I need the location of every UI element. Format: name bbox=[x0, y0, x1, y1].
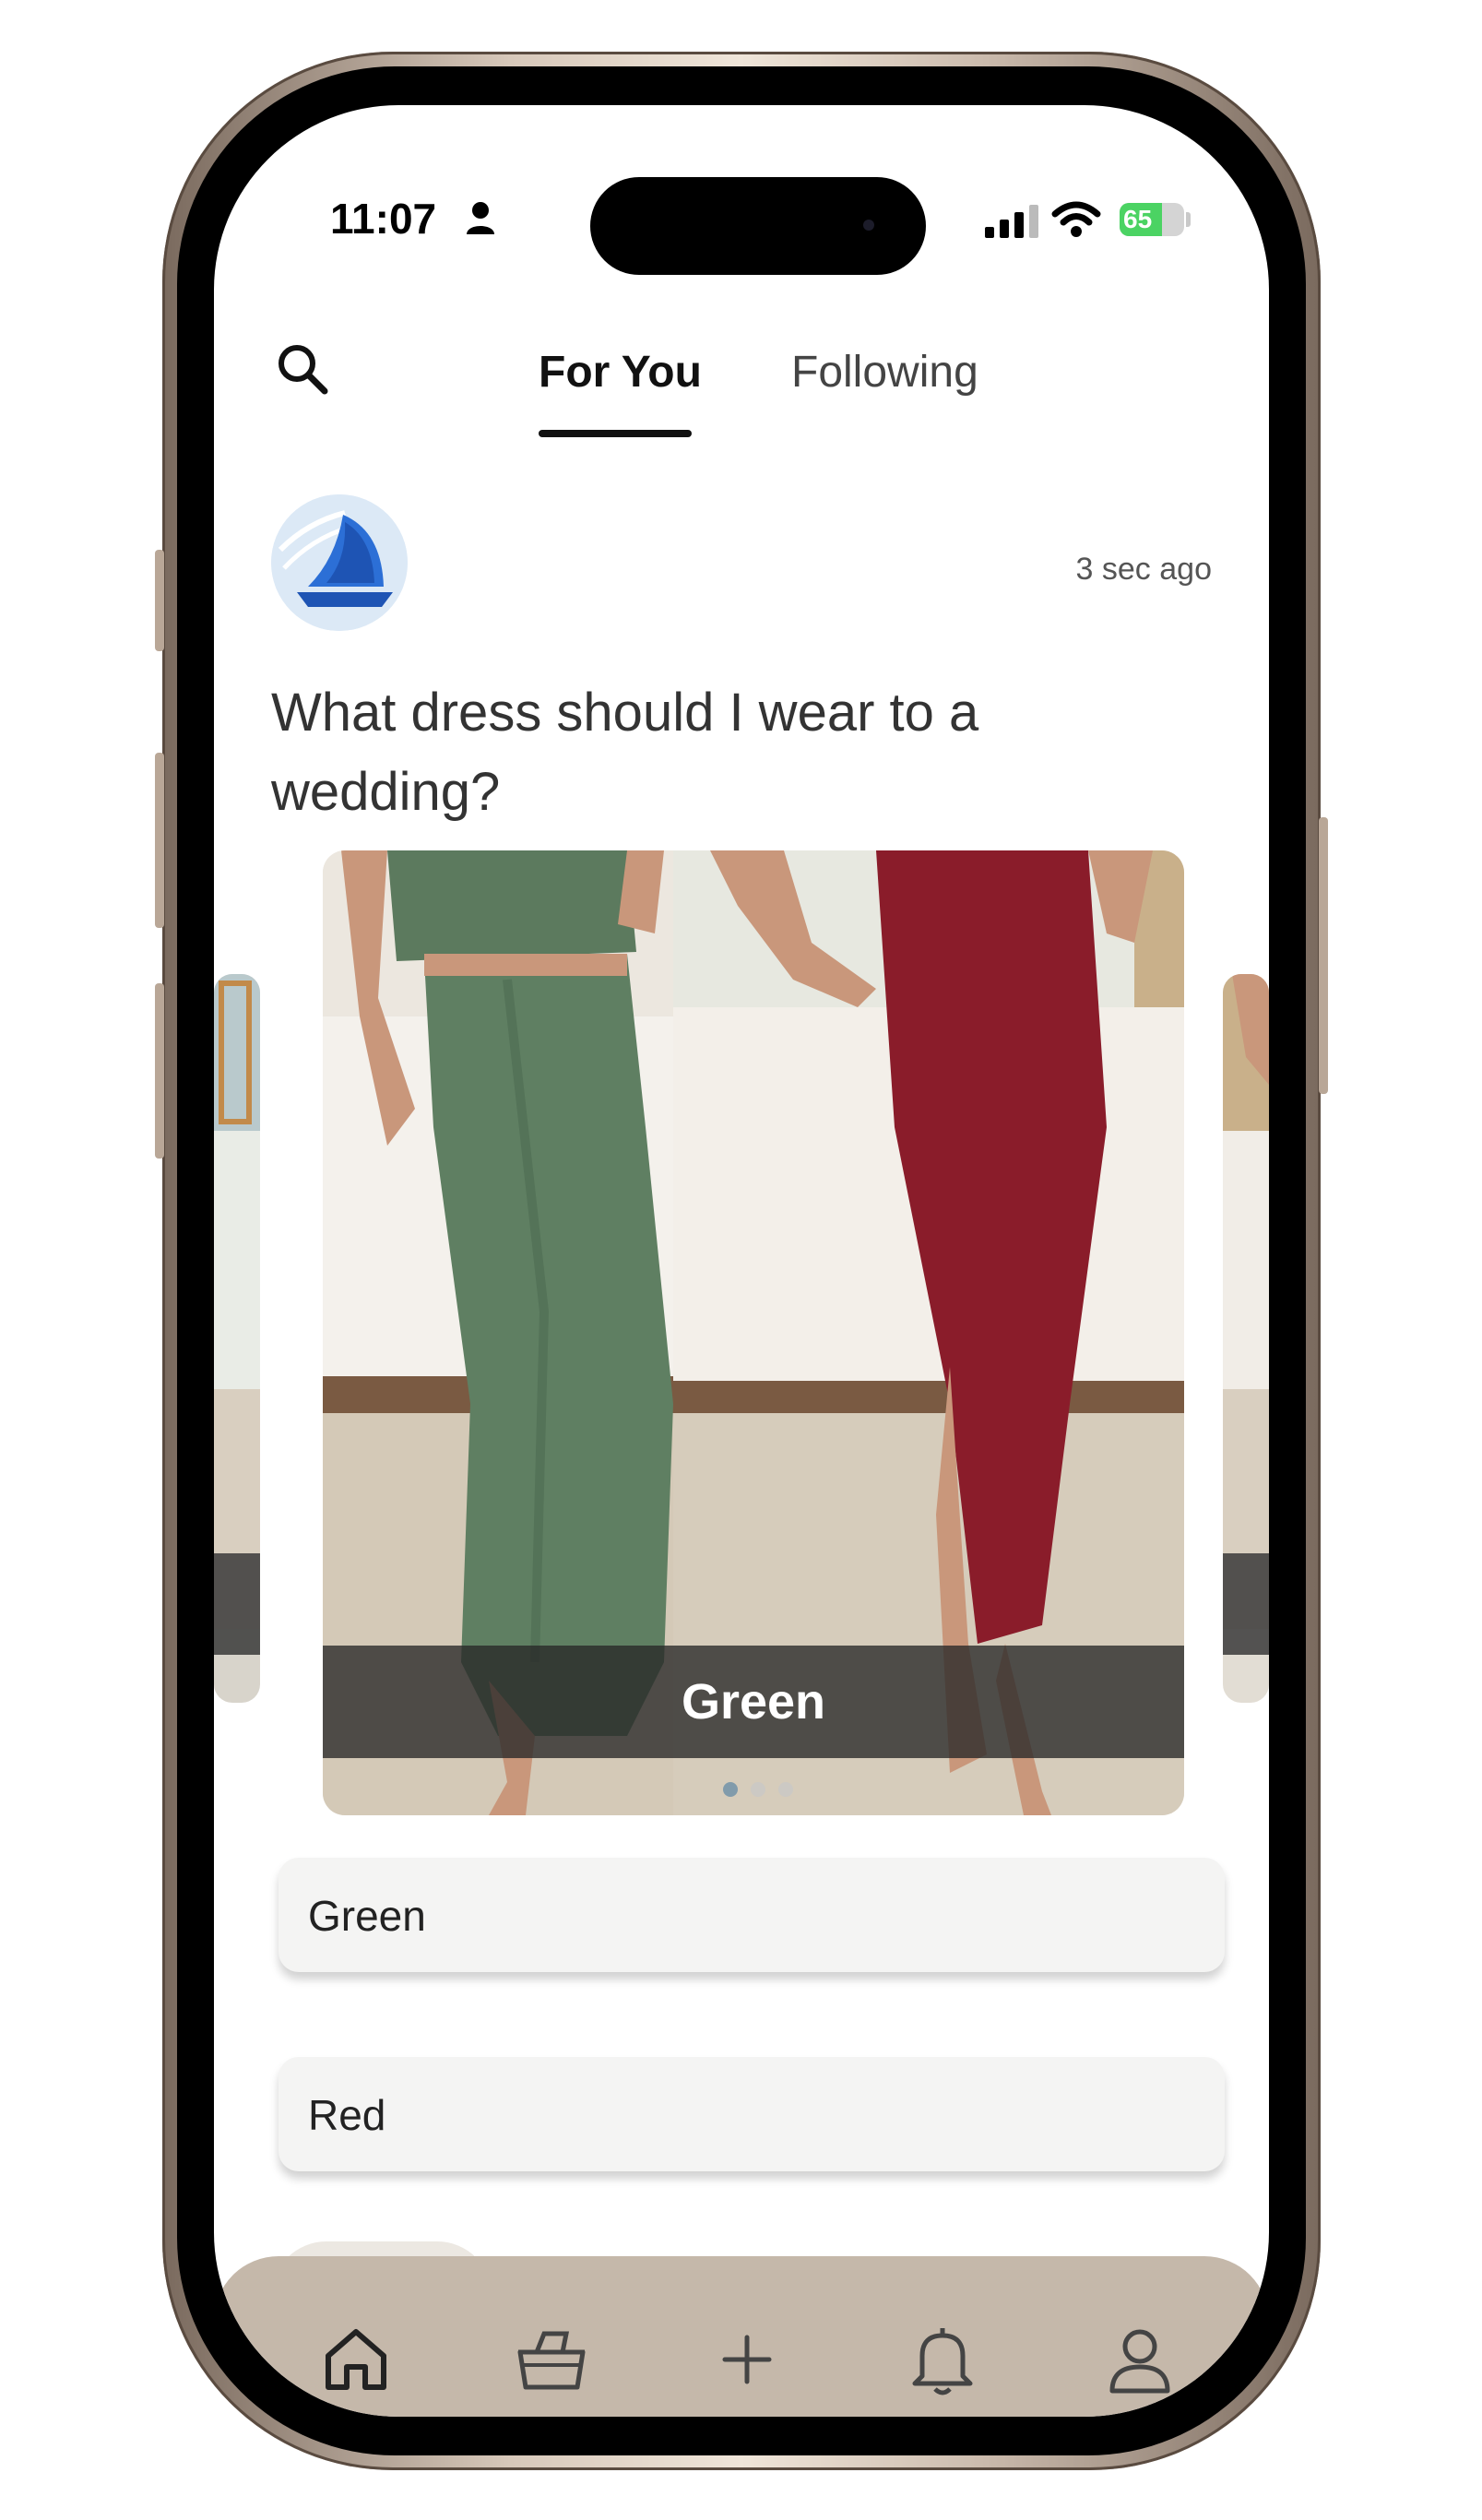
basket-icon[interactable] bbox=[515, 2324, 588, 2395]
search-icon[interactable] bbox=[275, 341, 330, 397]
post-question: What dress should I wear to a wedding? bbox=[271, 683, 979, 822]
cellular-signal-icon bbox=[985, 205, 1038, 238]
post-timestamp: 3 sec ago bbox=[1075, 552, 1212, 587]
carousel-dot[interactable] bbox=[723, 1782, 738, 1797]
poll-option-green[interactable]: Green bbox=[279, 1858, 1225, 1972]
poll-option-red[interactable]: Red bbox=[279, 2057, 1225, 2171]
poll-option-label: Red bbox=[308, 2091, 386, 2139]
volume-up-button bbox=[155, 753, 164, 928]
bottom-nav bbox=[214, 2256, 1269, 2417]
plus-icon[interactable] bbox=[712, 2324, 782, 2395]
person-status-icon bbox=[467, 202, 494, 234]
home-icon[interactable] bbox=[321, 2324, 391, 2395]
screen: 11:07 65 For You Following 3 sec ago Wha… bbox=[214, 105, 1269, 2417]
bell-icon[interactable] bbox=[907, 2324, 978, 2398]
carousel-caption: Green bbox=[681, 1674, 826, 1730]
phone-frame: 11:07 65 For You Following 3 sec ago Wha… bbox=[155, 52, 1328, 2470]
carousel-card[interactable]: Green bbox=[323, 850, 1184, 1815]
status-time: 11:07 bbox=[330, 195, 437, 243]
tab-for-you[interactable]: For You bbox=[539, 347, 702, 398]
volume-down-button bbox=[155, 983, 164, 1159]
carousel-dot[interactable] bbox=[751, 1782, 765, 1797]
phone-bezel: 11:07 65 For You Following 3 sec ago Wha… bbox=[177, 66, 1306, 2455]
power-button bbox=[1319, 817, 1328, 1094]
carousel-prev-card[interactable] bbox=[214, 974, 260, 1703]
avatar[interactable] bbox=[271, 494, 408, 631]
dynamic-island bbox=[590, 177, 926, 275]
camera-dot bbox=[863, 220, 874, 231]
sailboat-logo-icon bbox=[271, 494, 408, 631]
battery-percent: 65 bbox=[1123, 205, 1153, 233]
carousel-pagination bbox=[723, 1782, 793, 1797]
active-tab-indicator bbox=[539, 430, 692, 437]
battery-nub bbox=[1186, 212, 1191, 227]
tab-following[interactable]: Following bbox=[791, 347, 978, 398]
carousel-caption-bar: Green bbox=[323, 1646, 1184, 1758]
carousel-dot[interactable] bbox=[778, 1782, 793, 1797]
battery-indicator: 65 bbox=[1120, 203, 1184, 236]
profile-icon[interactable] bbox=[1105, 2324, 1175, 2398]
poll-option-label: Green bbox=[308, 1892, 426, 1940]
carousel-next-card[interactable] bbox=[1223, 974, 1269, 1703]
wifi-icon bbox=[1051, 201, 1101, 237]
action-button bbox=[155, 550, 164, 651]
